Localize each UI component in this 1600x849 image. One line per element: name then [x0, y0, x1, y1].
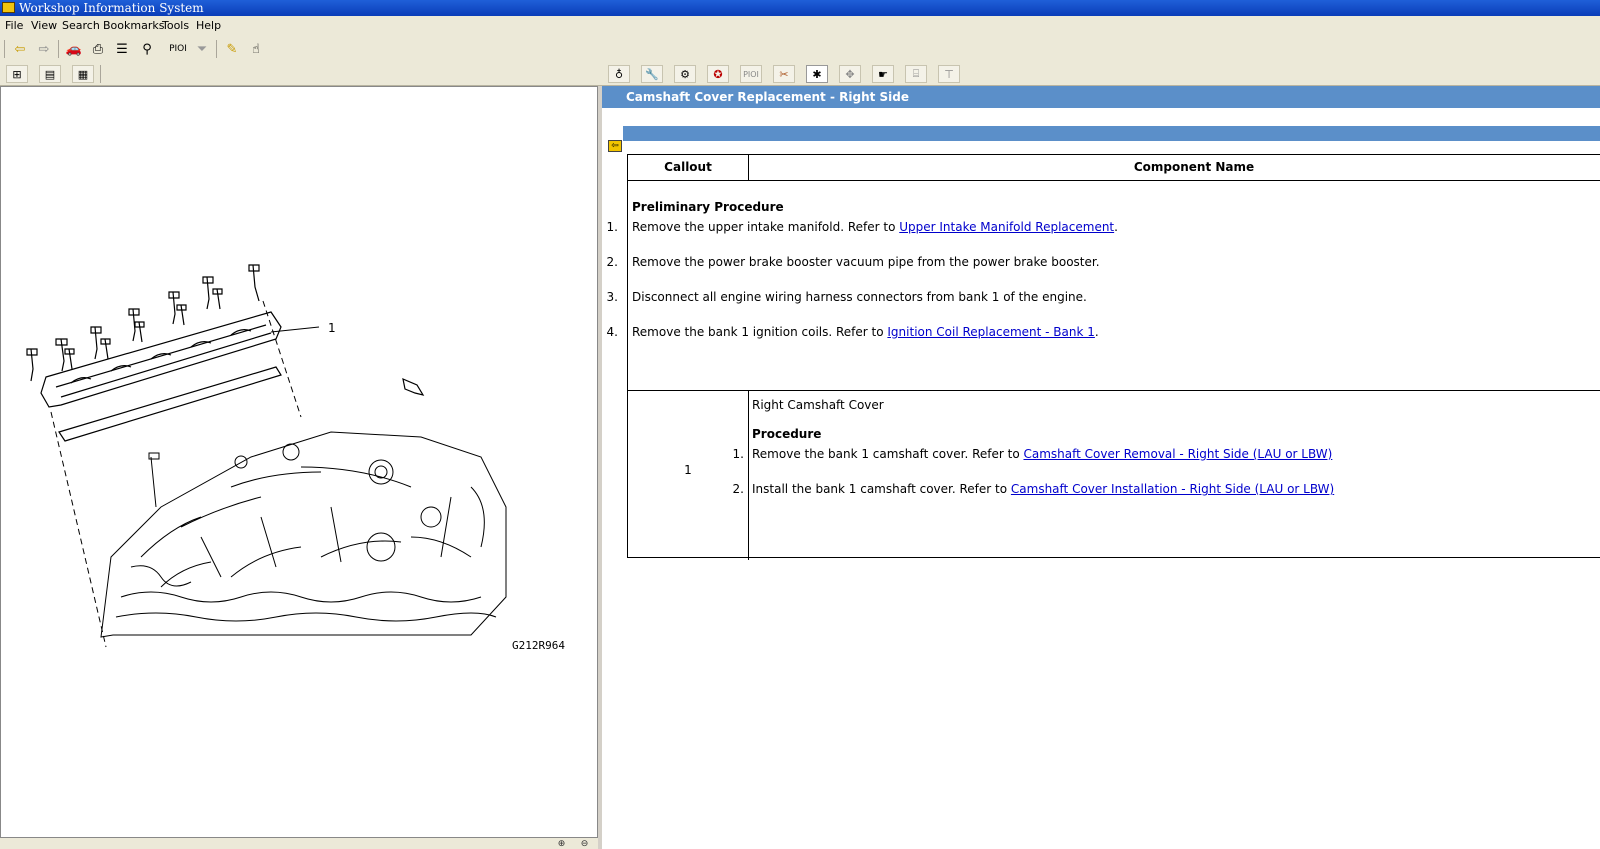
- tab-pioi[interactable]: PIOI: [740, 65, 762, 83]
- header-callout: Callout: [664, 160, 712, 174]
- document-title-bar: Camshaft Cover Replacement - Right Side: [602, 86, 1600, 108]
- engine-block-shape: [100, 431, 507, 638]
- row-step-number: 1.: [732, 447, 744, 461]
- tab-wrench-icon[interactable]: 🔧: [641, 65, 663, 83]
- prelim-step-number: 2.: [606, 255, 618, 269]
- document-view-icon[interactable]: ▤: [39, 65, 61, 83]
- engine-exploded-diagram: 1 G212R964: [26, 264, 565, 652]
- forward-arrow-icon[interactable]: ⇨: [34, 39, 54, 59]
- link-upper-intake-manifold[interactable]: Upper Intake Manifold Replacement: [899, 220, 1114, 234]
- row-procedure-heading: Procedure: [752, 427, 822, 441]
- mouse-cursor-icon: [402, 377, 425, 396]
- filter-icon[interactable]: ⏷: [192, 39, 212, 59]
- prelim-step-3: Disconnect all engine wiring harness con…: [632, 290, 1087, 304]
- row-step-2: Install the bank 1 camshaft cover. Refer…: [752, 482, 1335, 496]
- binoculars-icon[interactable]: ⚲: [137, 39, 157, 59]
- row-component-name: Right Camshaft Cover: [752, 398, 884, 412]
- title-bar: Workshop Information System: [0, 0, 1600, 16]
- print-icon[interactable]: ⎙: [88, 39, 108, 59]
- prelim-step-number: 4.: [606, 325, 618, 339]
- main-toolbar: ⇦ ⇨ 🚗 ⎙ ☰ ⚲ PIOI ⏷ ✎ ☝: [0, 35, 1600, 63]
- prelim-step-4: Remove the bank 1 ignition coils. Refer …: [632, 325, 1099, 339]
- row-callout: 1: [684, 463, 692, 477]
- illustration-pane: 1 G212R964: [0, 86, 598, 838]
- pioi-button[interactable]: PIOI: [166, 39, 190, 59]
- tab-gears-icon[interactable]: ⚙: [674, 65, 696, 83]
- menu-tools[interactable]: Tools: [162, 16, 189, 35]
- menu-bar: File View Search Bookmarks Tools Help: [0, 16, 1600, 35]
- secondary-toolbar: ⊞ ▤ ▦ ♁ 🔧 ⚙ ✪ PIOI ✂ ✱ ✥ ☛ ⌸ ⊤: [0, 63, 1600, 86]
- camshaft-cover-shape: [40, 311, 282, 408]
- vehicle-icon[interactable]: 🚗: [64, 39, 84, 59]
- link-camshaft-cover-installation[interactable]: Camshaft Cover Installation - Right Side…: [1011, 482, 1334, 496]
- procedure-table: Callout Component Name Preliminary Proce…: [607, 154, 1600, 560]
- menu-file[interactable]: File: [5, 16, 23, 35]
- menu-search[interactable]: Search: [62, 16, 100, 35]
- illustration-status-bar: [0, 838, 600, 849]
- pointer-hand-icon[interactable]: ☝: [246, 39, 266, 59]
- figure-id: G212R964: [512, 639, 565, 652]
- prelim-step-2: Remove the power brake booster vacuum pi…: [632, 255, 1100, 269]
- window-title: Workshop Information System: [19, 1, 204, 15]
- tab-connector-icon[interactable]: ⊤: [938, 65, 960, 83]
- row-step-number: 2.: [732, 482, 744, 496]
- link-camshaft-cover-removal[interactable]: Camshaft Cover Removal - Right Side (LAU…: [1023, 447, 1332, 461]
- document-subheader-bar: [623, 126, 1600, 141]
- gasket-shape: [58, 366, 282, 442]
- menu-help[interactable]: Help: [196, 16, 221, 35]
- link-ignition-coil-replacement[interactable]: Ignition Coil Replacement - Bank 1: [887, 325, 1095, 339]
- tree-view-icon[interactable]: ⊞: [6, 65, 28, 83]
- prelim-step-1: Remove the upper intake manifold. Refer …: [632, 220, 1118, 234]
- back-to-list-icon[interactable]: ⇦: [608, 140, 622, 152]
- tab-components-active-icon[interactable]: ✱: [806, 65, 828, 83]
- row-step-1: Remove the bank 1 camshaft cover. Refer …: [752, 447, 1333, 461]
- diagram-callout: 1: [328, 321, 336, 335]
- header-component-name: Component Name: [1133, 160, 1255, 174]
- menu-bookmarks[interactable]: Bookmarks: [103, 16, 164, 35]
- highlighter-icon[interactable]: ✎: [222, 39, 242, 59]
- document-title: Camshaft Cover Replacement - Right Side: [626, 90, 910, 104]
- tab-specs-icon[interactable]: ⌸: [905, 65, 927, 83]
- ignition-coil-set: [26, 264, 260, 382]
- tab-move-icon[interactable]: ✥: [839, 65, 861, 83]
- zoom-out-icon[interactable]: ⊖: [579, 839, 590, 849]
- tab-tools-icon[interactable]: ✂: [773, 65, 795, 83]
- tab-component-icon[interactable]: ✪: [707, 65, 729, 83]
- preliminary-heading: Preliminary Procedure: [632, 200, 784, 214]
- prelim-step-number: 3.: [606, 290, 618, 304]
- prelim-step-number: 1.: [606, 220, 618, 234]
- tab-hand-icon[interactable]: ☛: [872, 65, 894, 83]
- graphic-view-icon[interactable]: ▦: [72, 65, 94, 83]
- document-list-icon[interactable]: ☰: [112, 39, 132, 59]
- zoom-in-icon[interactable]: ⊕: [556, 839, 567, 849]
- app-icon: [2, 2, 15, 13]
- tab-diagnostics-icon[interactable]: ♁: [608, 65, 630, 83]
- back-arrow-icon[interactable]: ⇦: [10, 39, 30, 59]
- menu-view[interactable]: View: [31, 16, 57, 35]
- document-pane: Camshaft Cover Replacement - Right Side …: [602, 86, 1600, 849]
